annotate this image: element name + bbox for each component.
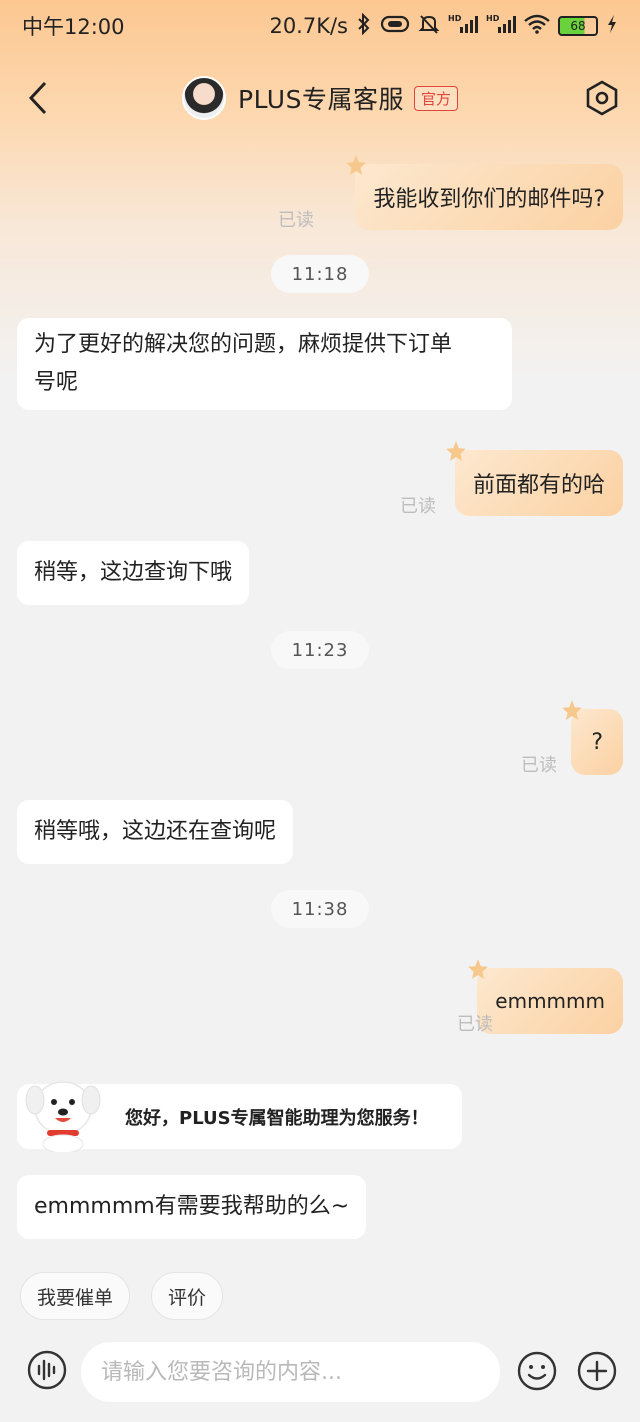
read-receipt: 已读	[278, 210, 314, 231]
charging-icon	[606, 14, 618, 39]
message-text: 前面都有的哈	[472, 473, 605, 498]
message-bubble-outgoing[interactable]: emmmmm	[468, 959, 623, 1034]
more-options-button[interactable]	[577, 1351, 617, 1391]
bluetooth-icon	[356, 12, 372, 40]
message-text: 我能收到你们的邮件吗?	[373, 187, 605, 212]
voice-input-button[interactable]	[27, 1350, 67, 1390]
message-text: emmmmm有需要我帮助的么~	[34, 1194, 350, 1219]
settings-button[interactable]	[582, 78, 622, 118]
assistant-greeting-text: 您好，PLUS专属智能助理为您服务！	[125, 1107, 429, 1129]
settings-hexagon-icon	[586, 80, 618, 116]
status-bar: 中午12:00 20.7K/s HD HD 68	[0, 0, 640, 52]
message-bubble-outgoing[interactable]: ?	[562, 700, 623, 775]
timestamp-pill: 11:23	[271, 631, 369, 669]
star-icon	[562, 700, 583, 720]
message-bubble-incoming[interactable]: 为了更好的解决您的问题，麻烦提供下订单 号呢	[17, 318, 512, 410]
quick-reply-label: 评价	[167, 1286, 206, 1309]
star-icon	[346, 155, 367, 175]
battery-level: 68	[570, 19, 586, 33]
message-bubble-incoming[interactable]: 稍等哦，这边还在查询呢	[17, 800, 294, 864]
message-text-line-2: 号呢	[34, 370, 79, 395]
message-bubble-incoming[interactable]: 稍等，这边查询下哦	[17, 541, 250, 605]
timestamp-text: 11:23	[291, 639, 349, 661]
hd-signal-icon: HD	[448, 13, 478, 40]
star-icon	[446, 441, 466, 461]
wifi-icon	[524, 14, 550, 39]
input-bar	[0, 1338, 640, 1422]
status-time: 中午12:00	[22, 15, 125, 39]
quick-reply-urge-order[interactable]: 我要催单	[20, 1272, 130, 1320]
timestamp-pill: 11:38	[271, 890, 369, 928]
voice-waveform-icon	[27, 1350, 67, 1390]
message-text: ?	[591, 729, 603, 755]
message-input[interactable]	[81, 1342, 500, 1402]
svg-text:HD: HD	[448, 14, 462, 23]
message-text: emmmmm	[495, 989, 605, 1013]
emoji-button[interactable]	[517, 1351, 557, 1391]
plus-circle-icon	[577, 1351, 617, 1391]
read-receipt: 已读	[400, 496, 436, 517]
timestamp-pill: 11:18	[271, 255, 369, 293]
back-button[interactable]	[20, 78, 56, 118]
vibrate-icon	[380, 14, 410, 39]
quick-reply-label: 我要催单	[36, 1286, 113, 1309]
jd-dog-mascot-icon	[25, 1081, 101, 1152]
agent-avatar[interactable]	[182, 76, 227, 120]
star-icon	[468, 959, 489, 979]
timestamp-text: 11:38	[291, 898, 349, 920]
chevron-left-icon	[28, 81, 47, 115]
message-bubble-outgoing[interactable]: 前面都有的哈	[446, 441, 623, 516]
smiley-icon	[517, 1351, 557, 1391]
quick-reply-rate[interactable]: 评价	[151, 1272, 223, 1320]
chat-message-list[interactable]: 我能收到你们的邮件吗? 已读 11:18 为了更好的解决您的问题，麻烦提供下订单…	[0, 0, 640, 1422]
network-speed: 20.7K/s	[269, 14, 348, 38]
message-text: 稍等哦，这边还在查询呢	[34, 819, 277, 844]
battery-icon: 68	[558, 16, 598, 36]
assistant-greeting-card[interactable]: 您好，PLUS专属智能助理为您服务！	[17, 1081, 462, 1152]
read-receipt: 已读	[521, 755, 557, 776]
chat-header: PLUS专属客服 官方	[0, 60, 640, 136]
message-text-line-1: 为了更好的解决您的问题，麻烦提供下订单	[34, 332, 453, 357]
official-badge: 官方	[413, 85, 458, 111]
message-bubble-incoming[interactable]: emmmmm有需要我帮助的么~	[17, 1175, 367, 1239]
mute-icon	[418, 13, 440, 40]
read-receipt: 已读	[457, 1014, 493, 1035]
status-icons: 20.7K/s HD HD 68	[269, 12, 618, 40]
hd-signal-icon-2: HD	[486, 13, 516, 40]
message-bubble-outgoing[interactable]: 我能收到你们的邮件吗?	[346, 155, 623, 230]
svg-text:HD: HD	[486, 14, 500, 23]
page-title: PLUS专属客服	[238, 85, 404, 114]
message-text: 稍等，这边查询下哦	[34, 560, 233, 585]
timestamp-text: 11:18	[291, 263, 349, 285]
